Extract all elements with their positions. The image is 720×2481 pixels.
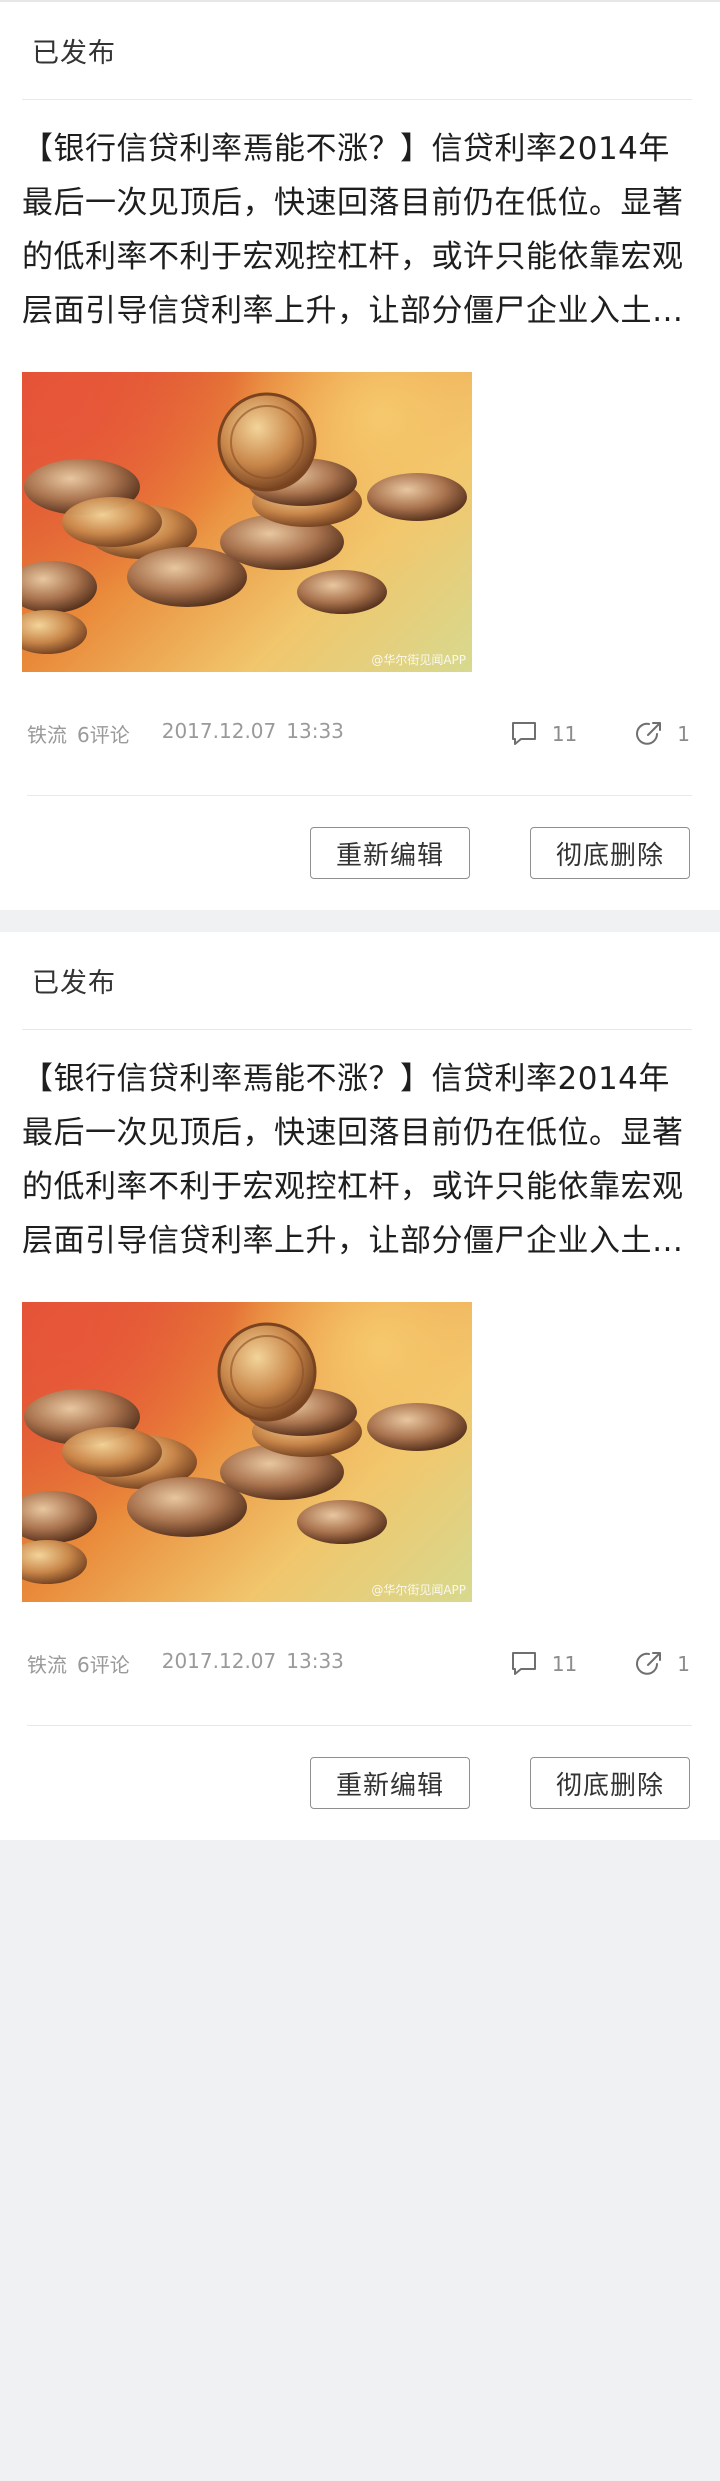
post-time: 13:33 (286, 1649, 344, 1673)
action-row: 重新编辑 彻底删除 (22, 796, 692, 910)
status-label: 已发布 (32, 968, 116, 999)
share-count: 1 (677, 1651, 690, 1676)
re-edit-button[interactable]: 重新编辑 (310, 1757, 470, 1809)
comment-count: 11 (551, 1651, 578, 1676)
author-name[interactable]: 铁流 (27, 1649, 67, 1678)
comments-label: 6评论 (77, 723, 130, 747)
post-image[interactable]: @华尔街见闻APP (22, 1302, 472, 1602)
status-row: 已发布 (22, 2, 692, 100)
author-name[interactable]: 铁流 (27, 719, 67, 748)
comment-icon (511, 1651, 536, 1675)
image-watermark: @华尔街见闻APP (371, 653, 466, 667)
meta-row: 铁流 6评论 2017.12.07 13:33 11 1 (27, 672, 692, 796)
coins-photo-icon (22, 392, 467, 654)
post-content[interactable]: 【银行信贷利率焉能不涨？】信贷利率2014年最后一次见顶后，快速回落目前仍在低位… (22, 100, 692, 342)
post-image[interactable]: @华尔街见闻APP (22, 372, 472, 672)
share-stat[interactable]: 1 (635, 720, 690, 748)
delete-permanently-button[interactable]: 彻底删除 (530, 827, 690, 879)
post-card: 已发布 【银行信贷利率焉能不涨？】信贷利率2014年最后一次见顶后，快速回落目前… (0, 932, 720, 1840)
comment-stat[interactable]: 11 (510, 721, 577, 747)
post-time: 13:33 (286, 719, 344, 743)
share-stat[interactable]: 1 (635, 1650, 690, 1678)
post-content[interactable]: 【银行信贷利率焉能不涨？】信贷利率2014年最后一次见顶后，快速回落目前仍在低位… (22, 1030, 692, 1272)
comment-count: 11 (551, 721, 578, 746)
status-row: 已发布 (22, 932, 692, 1030)
status-label: 已发布 (32, 38, 116, 69)
post-date: 2017.12.07 (161, 1649, 277, 1673)
share-icon (636, 721, 662, 745)
share-icon (636, 1651, 662, 1675)
comment-icon (511, 721, 536, 745)
meta-row: 铁流 6评论 2017.12.07 13:33 11 1 (27, 1602, 692, 1726)
image-watermark: @华尔街见闻APP (371, 1583, 466, 1597)
post-date: 2017.12.07 (161, 719, 277, 743)
comment-stat[interactable]: 11 (510, 1651, 577, 1677)
delete-permanently-button[interactable]: 彻底删除 (530, 1757, 690, 1809)
post-card: 已发布 【银行信贷利率焉能不涨？】信贷利率2014年最后一次见顶后，快速回落目前… (0, 2, 720, 910)
re-edit-button[interactable]: 重新编辑 (310, 827, 470, 879)
coins-photo-icon (22, 1322, 467, 1584)
action-row: 重新编辑 彻底删除 (22, 1726, 692, 1840)
share-count: 1 (677, 721, 690, 746)
comments-label: 6评论 (77, 1653, 130, 1677)
